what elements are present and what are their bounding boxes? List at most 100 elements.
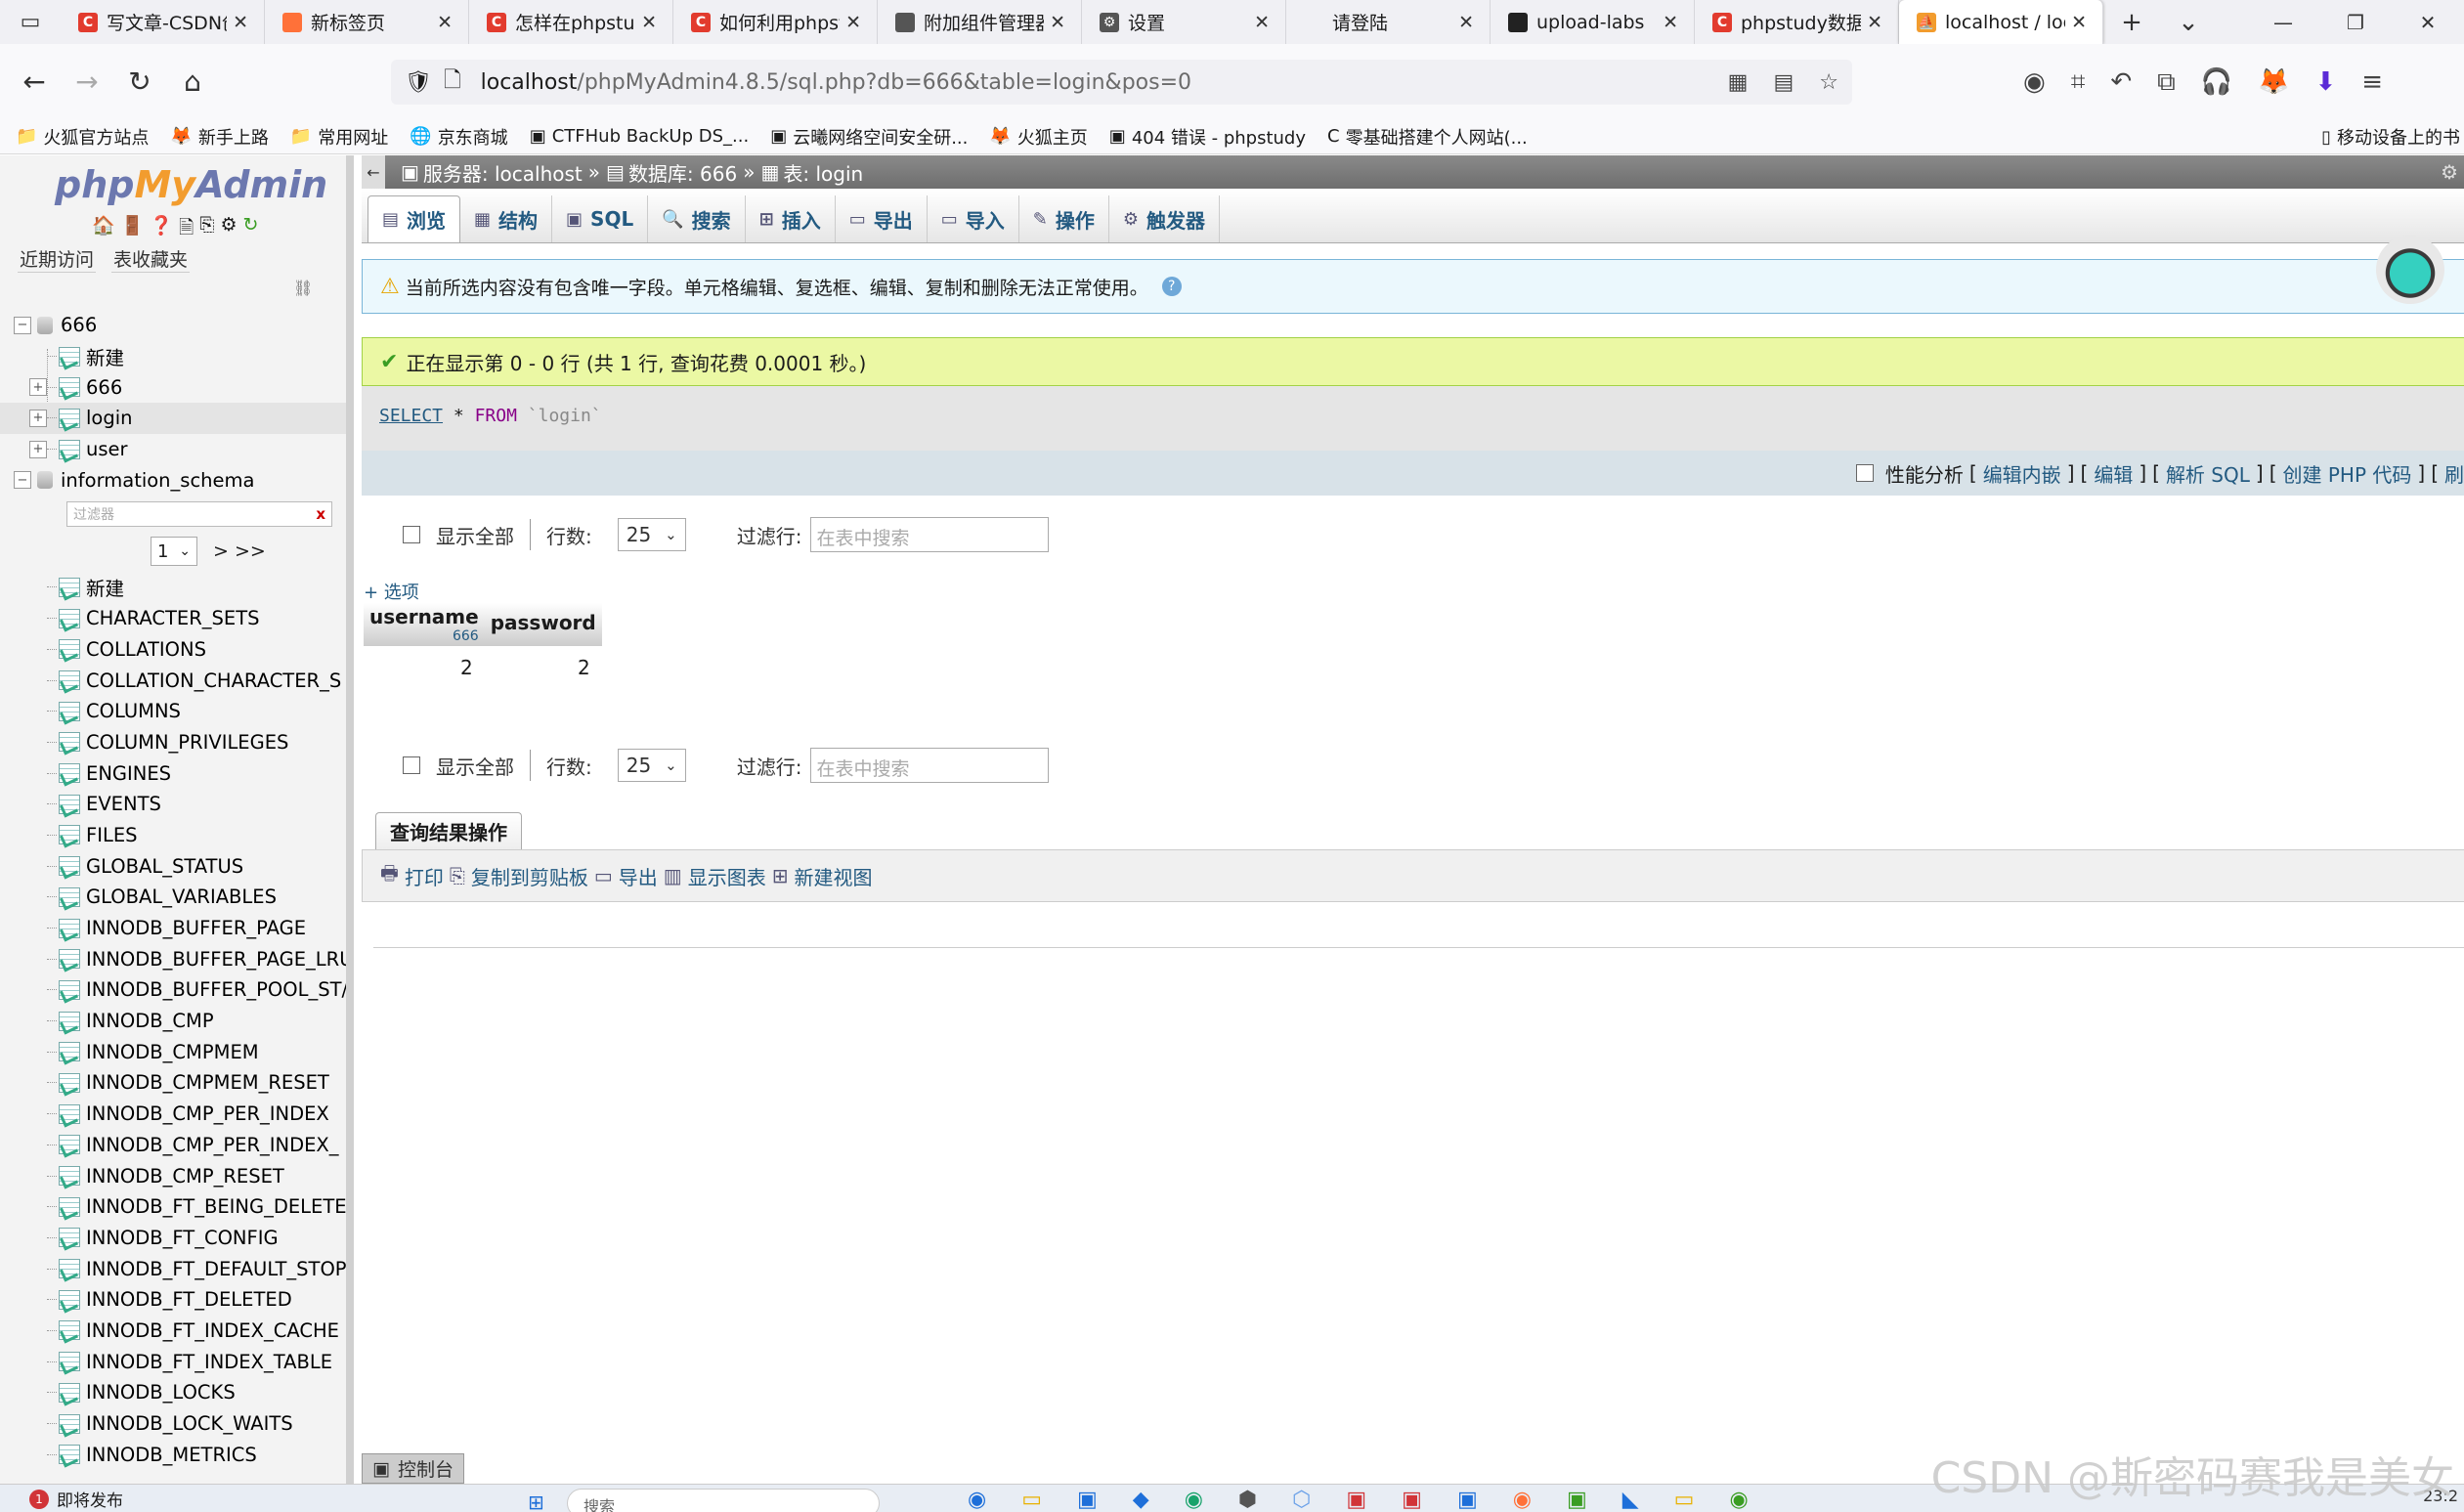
edit-inline-link[interactable]: 编辑内嵌 bbox=[1983, 459, 2061, 488]
bookmark-item[interactable]: 📁 常用网址 bbox=[290, 124, 388, 150]
tree-item[interactable]: GLOBAL_STATUS bbox=[0, 850, 346, 882]
table-cell[interactable]: 2 bbox=[485, 646, 602, 681]
bookmark-item[interactable]: ▣ 404 错误 - phpstudy bbox=[1109, 124, 1306, 150]
tree-item[interactable]: INNODB_FT_BEING_DELETE bbox=[0, 1191, 346, 1223]
tree-next-pages[interactable]: > >> bbox=[213, 540, 266, 562]
reader-view-icon[interactable]: ▤ bbox=[1773, 70, 1794, 95]
close-tab-icon[interactable]: ✕ bbox=[1458, 12, 1474, 33]
breadcrumb-db[interactable]: 数据库: 666 bbox=[628, 158, 737, 187]
browser-tab[interactable]: C写文章-CSDN创✕ bbox=[61, 0, 265, 44]
tree-item[interactable]: FILES bbox=[0, 820, 346, 851]
console-toggle[interactable]: ▣ 控制台 bbox=[362, 1453, 464, 1484]
tree-item[interactable]: INNODB_CMPMEM bbox=[0, 1036, 346, 1067]
link-chain-icon[interactable]: ⛓ bbox=[293, 279, 313, 297]
tab-overflow-chevron-icon[interactable]: ⌄ bbox=[2160, 0, 2217, 44]
tree-item[interactable]: INNODB_FT_INDEX_CACHE bbox=[0, 1316, 346, 1347]
tab-triggers[interactable]: ⚙ 触发器 bbox=[1109, 195, 1220, 242]
tab-structure[interactable]: ▦ 结构 bbox=[460, 195, 553, 242]
reload-icon[interactable]: ↻ bbox=[113, 56, 166, 108]
browser-app-icon[interactable]: ◉ bbox=[968, 1488, 986, 1512]
breadcrumb-server[interactable]: 服务器: localhost bbox=[423, 158, 583, 187]
firefox-app-icon[interactable]: ◉ bbox=[1513, 1488, 1532, 1512]
vscode-app-icon[interactable]: ◆ bbox=[1133, 1488, 1149, 1512]
browser-tab[interactable]: 新标签页 ✕ bbox=[265, 0, 469, 44]
docs-icon[interactable]: 🗎 bbox=[179, 214, 194, 245]
tree-item[interactable]: CHARACTER_SETS bbox=[0, 603, 346, 634]
breadcrumb-table[interactable]: 表: login bbox=[783, 158, 863, 187]
restore-button[interactable]: ❐ bbox=[2319, 0, 2392, 44]
shield-icon[interactable]: 🛡 bbox=[405, 70, 432, 95]
tree-item[interactable]: INNODB_LOCKS bbox=[0, 1377, 346, 1408]
close-tab-icon[interactable]: ✕ bbox=[1254, 12, 1270, 33]
back-arrow-icon[interactable]: ← bbox=[8, 56, 61, 108]
expand-icon[interactable]: + bbox=[29, 409, 47, 427]
bookmark-item[interactable]: 🦊 火狐主页 bbox=[989, 124, 1087, 150]
app-icon[interactable]: ⬡ bbox=[1292, 1488, 1311, 1512]
url-text[interactable]: localhost/phpMyAdmin4.8.5/sql.php?db=666… bbox=[481, 70, 1191, 95]
screenshot-icon[interactable]: ⌗ bbox=[2071, 67, 2086, 98]
tree-item[interactable]: INNODB_METRICS bbox=[0, 1439, 346, 1470]
qro-link-chart[interactable]: ▥ 显示图表 bbox=[664, 862, 766, 890]
wechat-app-icon[interactable]: ◉ bbox=[1729, 1488, 1748, 1512]
tree-item[interactable]: INNODB_BUFFER_PAGE bbox=[0, 913, 346, 944]
browser-tab[interactable]: ⛵ localhost / loc ✕ bbox=[1899, 0, 2103, 44]
help-icon[interactable]: ? bbox=[1161, 277, 1182, 296]
menu-icon[interactable]: ≡ bbox=[2361, 67, 2383, 97]
tab-export[interactable]: ▭ 导出 bbox=[836, 195, 928, 242]
tree-db-information-schema[interactable]: − information_schema bbox=[0, 464, 346, 496]
app-icon[interactable]: ▭ bbox=[1674, 1488, 1695, 1512]
tree-item[interactable]: INNODB_FT_DELETED bbox=[0, 1284, 346, 1316]
settings-gear-icon[interactable]: ⚙ bbox=[221, 214, 238, 245]
new-tab-button[interactable]: + bbox=[2103, 0, 2160, 44]
tree-item[interactable]: INNODB_CMP_PER_INDEX bbox=[0, 1099, 346, 1130]
browser-tab[interactable]: 请登陆 ✕ bbox=[1286, 0, 1491, 44]
tab-import[interactable]: ▭ 导入 bbox=[928, 195, 1019, 242]
app-icon[interactable]: ▣ bbox=[1402, 1488, 1422, 1512]
tree-item[interactable]: INNODB_FT_INDEX_TABLE bbox=[0, 1346, 346, 1377]
tree-item[interactable]: INNODB_BUFFER_POOL_ST/ bbox=[0, 974, 346, 1006]
bookmark-item[interactable]: ▣ 云曦网络空间安全研... bbox=[770, 124, 968, 150]
show-all-checkbox[interactable] bbox=[403, 756, 420, 774]
widgets-news[interactable]: 1 即将发布 bbox=[29, 1487, 123, 1511]
rows-per-page-select[interactable]: 25 ⌄ bbox=[617, 749, 686, 782]
browser-tab[interactable]: upload-labs ✕ bbox=[1491, 0, 1695, 44]
windows-start-icon[interactable]: ⊞ bbox=[528, 1490, 544, 1512]
bookmark-item[interactable]: 🌐 京东商城 bbox=[410, 124, 507, 150]
extension-fox-icon[interactable]: 🦊 bbox=[2258, 67, 2289, 97]
list-all-tabs-icon[interactable]: ▭ bbox=[0, 0, 61, 44]
home-icon[interactable]: ⌂ bbox=[166, 56, 219, 108]
qro-link-view[interactable]: ⊞ 新建视图 bbox=[772, 862, 873, 890]
minimize-button[interactable]: — bbox=[2247, 0, 2319, 44]
close-tab-icon[interactable]: ✕ bbox=[2071, 12, 2087, 33]
tree-item[interactable]: 新建 bbox=[0, 572, 346, 603]
tab-operations[interactable]: ✎ 操作 bbox=[1019, 195, 1109, 242]
floating-mascot-widget[interactable] bbox=[2376, 236, 2444, 304]
close-tab-icon[interactable]: ✕ bbox=[845, 12, 861, 33]
qro-link-export[interactable]: ▭ 导出 bbox=[594, 862, 658, 890]
filter-rows-input[interactable]: 在表中搜索 bbox=[809, 517, 1049, 552]
tree-item[interactable]: + user bbox=[0, 434, 346, 465]
exit-icon[interactable]: 🚪 bbox=[121, 214, 145, 245]
edge-app-icon[interactable]: ◉ bbox=[1185, 1488, 1203, 1512]
close-tab-icon[interactable]: ✕ bbox=[1663, 12, 1678, 33]
bookmark-item[interactable]: ▣ CTFHub BackUp DS_... bbox=[530, 124, 750, 150]
explain-sql-link[interactable]: 解析 SQL bbox=[2166, 459, 2250, 488]
tree-item[interactable]: INNODB_FT_CONFIG bbox=[0, 1223, 346, 1254]
tree-item[interactable]: GLOBAL_VARIABLES bbox=[0, 882, 346, 913]
rows-per-page-select[interactable]: 25 ⌄ bbox=[617, 518, 686, 551]
home-icon[interactable]: 🏠 bbox=[92, 214, 115, 245]
tab-insert[interactable]: ⊞ 插入 bbox=[746, 195, 836, 242]
folder-app-icon[interactable]: ▭ bbox=[1021, 1488, 1042, 1512]
copy-icon[interactable]: ⎘ bbox=[199, 214, 214, 245]
phpmyadmin-logo[interactable]: phpMyAdmin bbox=[55, 163, 327, 206]
show-all-checkbox[interactable] bbox=[403, 526, 420, 543]
undo-icon[interactable]: ↶ bbox=[2110, 67, 2132, 97]
qro-link-copy[interactable]: ⎘ 复制到剪贴板 bbox=[450, 862, 588, 890]
create-php-code-link[interactable]: 创建 PHP 代码 bbox=[2283, 459, 2412, 488]
collapse-panel-arrow-icon[interactable]: ← bbox=[362, 155, 385, 189]
browser-tab[interactable]: Cphpstudy数据库✕ bbox=[1695, 0, 1899, 44]
page-settings-gear-icon[interactable]: ⚙ bbox=[2441, 160, 2458, 184]
browser-tab[interactable]: C 如何利用phpst ✕ bbox=[673, 0, 878, 44]
tree-item[interactable]: INNODB_CMP bbox=[0, 1006, 346, 1037]
tree-filter-input[interactable]: 过滤器 x bbox=[66, 501, 332, 528]
